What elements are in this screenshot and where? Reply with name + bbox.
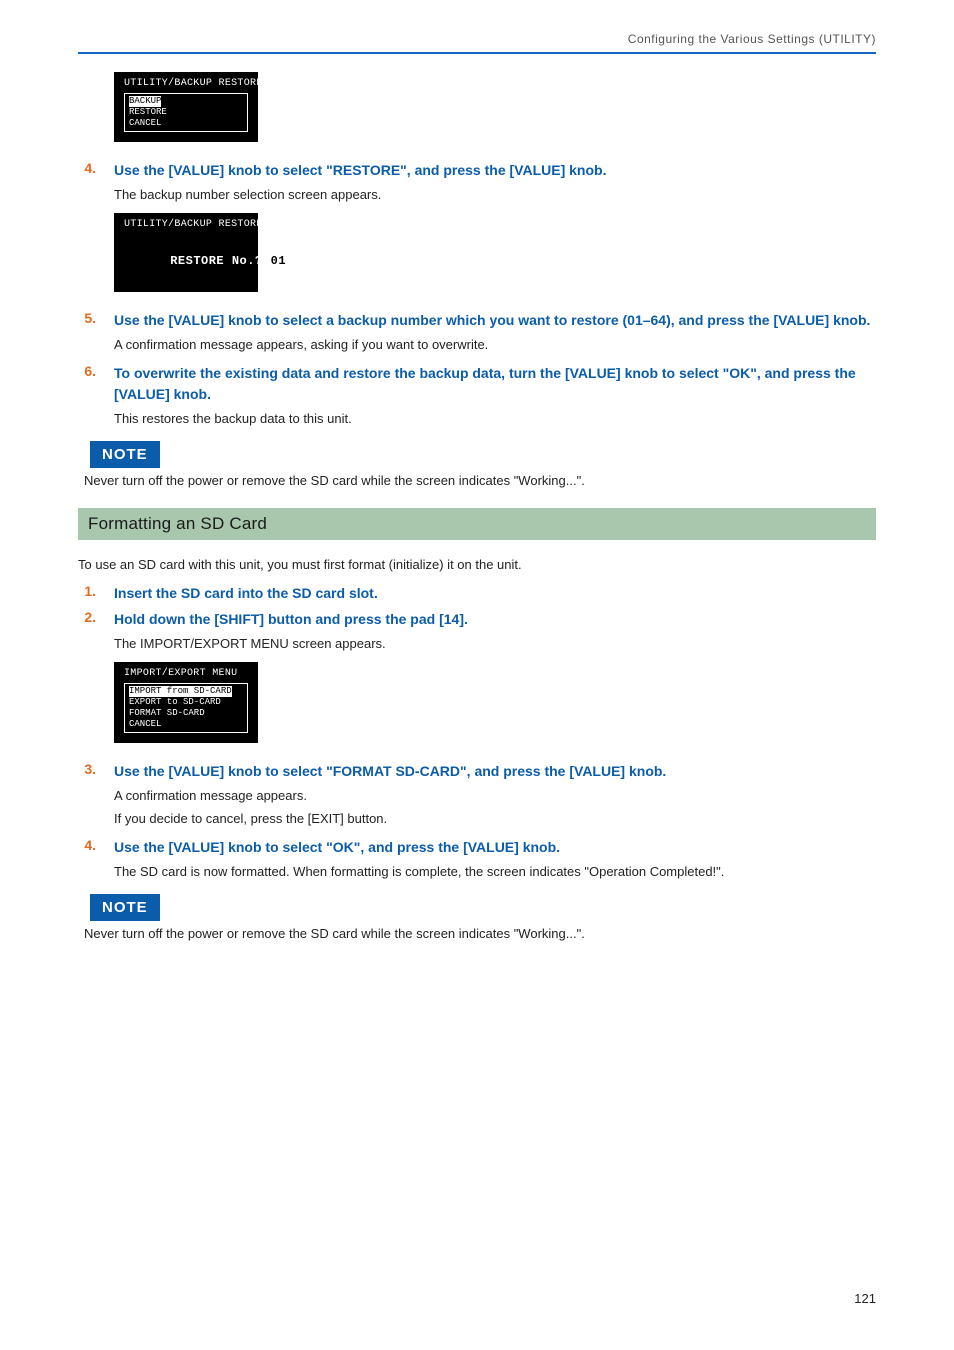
section-intro: To use an SD card with this unit, you mu… — [78, 556, 876, 575]
lcd-backup-restore-menu: UTILITY/BACKUP RESTORE BACKUP RESTORE CA… — [114, 72, 258, 142]
note-text: Never turn off the power or remove the S… — [84, 925, 876, 943]
lcd-restore-label: RESTORE No.? — [170, 254, 262, 268]
page-number: 121 — [854, 1291, 876, 1306]
header-breadcrumb: Configuring the Various Settings (UTILIT… — [78, 32, 876, 46]
step-instruction: Use the [VALUE] knob to select "FORMAT S… — [114, 761, 876, 781]
lcd-menu-item: CANCEL — [129, 118, 243, 129]
step-s2: 2. Hold down the [SHIFT] button and pres… — [78, 609, 876, 629]
lcd-menu-item: IMPORT from SD-CARD — [129, 686, 232, 697]
step-description: A confirmation message appears, asking i… — [114, 336, 876, 355]
step-description: If you decide to cancel, press the [EXIT… — [114, 810, 876, 829]
step-4: 4. Use the [VALUE] knob to select "RESTO… — [78, 160, 876, 180]
step-number: 4. — [78, 160, 96, 180]
step-number: 6. — [78, 363, 96, 404]
note-badge: NOTE — [90, 894, 160, 921]
lcd-menu-item: BACKUP — [129, 96, 161, 107]
step-description: A confirmation message appears. — [114, 787, 876, 806]
step-s3: 3. Use the [VALUE] knob to select "FORMA… — [78, 761, 876, 781]
lcd-menu-item: RESTORE — [129, 107, 243, 118]
step-instruction: To overwrite the existing data and resto… — [114, 363, 876, 404]
step-description: This restores the backup data to this un… — [114, 410, 876, 429]
lcd-menu-item: EXPORT to SD-CARD — [129, 697, 243, 708]
step-number: 4. — [78, 837, 96, 857]
step-description: The backup number selection screen appea… — [114, 186, 876, 205]
lcd-title: IMPORT/EXPORT MENU — [124, 668, 248, 679]
section-heading-format-sd: Formatting an SD Card — [78, 508, 876, 540]
step-description: The IMPORT/EXPORT MENU screen appears. — [114, 635, 876, 654]
step-5: 5. Use the [VALUE] knob to select a back… — [78, 310, 876, 330]
step-6: 6. To overwrite the existing data and re… — [78, 363, 876, 404]
lcd-menu-item: CANCEL — [129, 719, 243, 730]
header-rule — [78, 52, 876, 54]
step-instruction: Insert the SD card into the SD card slot… — [114, 583, 876, 603]
step-s1: 1. Insert the SD card into the SD card s… — [78, 583, 876, 603]
step-instruction: Hold down the [SHIFT] button and press t… — [114, 609, 876, 629]
lcd-import-export-menu: IMPORT/EXPORT MENU IMPORT from SD-CARD E… — [114, 662, 258, 743]
step-s4: 4. Use the [VALUE] knob to select "OK", … — [78, 837, 876, 857]
lcd-restore-value: 01 — [269, 254, 288, 268]
note-text: Never turn off the power or remove the S… — [84, 472, 876, 490]
step-instruction: Use the [VALUE] knob to select "RESTORE"… — [114, 160, 876, 180]
step-number: 5. — [78, 310, 96, 330]
lcd-title: UTILITY/BACKUP RESTORE — [124, 219, 248, 230]
step-number: 2. — [78, 609, 96, 629]
step-instruction: Use the [VALUE] knob to select "OK", and… — [114, 837, 876, 857]
step-instruction: Use the [VALUE] knob to select a backup … — [114, 310, 876, 330]
lcd-menu-item: FORMAT SD-CARD — [129, 708, 243, 719]
step-description: The SD card is now formatted. When forma… — [114, 863, 876, 882]
note-badge: NOTE — [90, 441, 160, 468]
step-number: 1. — [78, 583, 96, 603]
step-number: 3. — [78, 761, 96, 781]
lcd-restore-number: UTILITY/BACKUP RESTORE RESTORE No.?01 — [114, 213, 258, 292]
lcd-title: UTILITY/BACKUP RESTORE — [124, 78, 248, 89]
